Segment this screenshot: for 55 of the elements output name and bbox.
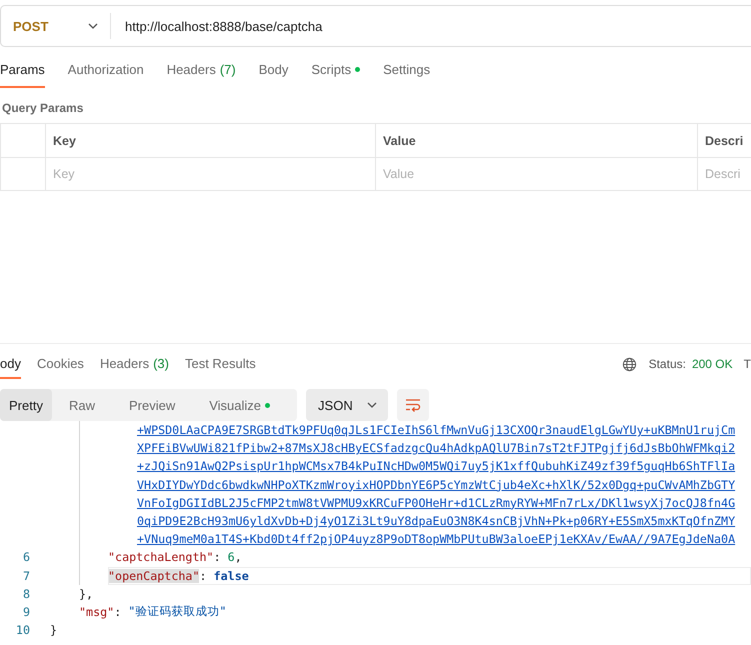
tab[interactable]: Test Results — [184, 349, 256, 379]
string-value[interactable]: XPFEiBVwUWi821fPibw2+87MsXJ8cHByECSfadzgcQu4hAdkpAQlU7Bin7sT2tFJTPgjfj6dJsBbOhWFMkqi2 — [137, 441, 736, 456]
tab[interactable]: Authorization — [68, 53, 144, 88]
line-number: 8 — [22, 586, 31, 601]
chevron-icon — [88, 23, 98, 29]
json-key: "openCaptcha" — [108, 568, 200, 583]
line-number: 10 — [14, 623, 31, 638]
tab-count: (7) — [220, 62, 236, 77]
colon: : — [114, 604, 122, 619]
json-key: "msg" — [79, 604, 114, 619]
line-number: 6 — [22, 550, 31, 564]
status-label: Status: — [648, 357, 686, 371]
url-field[interactable]: http://localhost:8888/base/captcha — [111, 18, 322, 34]
string-value[interactable]: VnFoIgDGIIdBL2J5cFMP2tmW8tVWPMU9xKRCuFP0OHeHr+d1CLzRmyRYW+MFn7rLx/DKl1wsyXj7ocQJ8fn4G — [137, 496, 736, 510]
wrap-button[interactable] — [396, 389, 429, 421]
line-number: 9 — [22, 604, 31, 619]
method-dropdown[interactable]: POST — [1, 13, 111, 39]
tab[interactable]: Headers (7) — [166, 53, 236, 88]
string-value[interactable]: +VNuq9meM0a1T4S+Kbd0Dt4ff2pjOP4uyz8P9oDT8opWMbPUtuBW3aloeEPj1eKXAv/EwAA//9A7EgJdeNa0A — [137, 532, 736, 546]
string-value[interactable]: 0qiPD9E2BcH93mU6yldXvDb+Dj4yO1Zi3Lt9uY8dpaEuO3N8K4snCBjVhN+Pk+p06RY+E5SmX5mxKTqOfnZMY — [137, 514, 736, 528]
tab[interactable]: Scripts — [311, 53, 360, 88]
line-number: 7 — [22, 568, 31, 583]
tab[interactable]: Settings — [383, 53, 430, 88]
globe-icon[interactable] — [622, 356, 637, 372]
colon: : — [214, 550, 221, 564]
view-mode-tab[interactable]: Preview — [112, 389, 192, 421]
comma: , — [234, 550, 242, 564]
toolbar-text: T — [744, 357, 751, 371]
tab[interactable]: Body — [258, 53, 288, 88]
wrap-lines-icon — [404, 398, 421, 412]
tab[interactable]: ody — [0, 349, 21, 379]
column-header: Key — [46, 124, 376, 158]
json-value: "验证码获取成功" — [128, 604, 226, 620]
string-value[interactable]: +WPSD0LAaCPA9E7SRGBtdTk9PFUq0qJLs1FCIeIhS6lfMwnVuGj13CXOQr3naudElgLGwYUy+uKBMnU1rujCm — [137, 423, 736, 438]
brace: }, — [79, 586, 94, 601]
colon: : — [199, 568, 207, 583]
tab[interactable]: Headers (3) — [100, 349, 169, 379]
string-value[interactable]: VHxDIYDwYDdc6bwdkwNHPoXTKzmWroyixHOPDbnYE6P5cYmzWtCjub4eXc+hXlK/52x0Dgq+puCWvAMhZbGTY — [137, 478, 736, 492]
view-mode-tab[interactable]: Pretty — [0, 389, 52, 421]
brace: } — [50, 623, 58, 638]
view-mode-tab[interactable]: Raw — [52, 389, 112, 421]
json-value: false — [214, 568, 249, 583]
section-title: Query Params — [2, 101, 84, 115]
string-value[interactable]: +zJQiSn91AwQ2PsispUr1hpWCMsx7B4kPuINcHDw0M5WQi7uy5jK1xffQubuhKiZ49zf39f5guqHb6ShTFlIa — [137, 459, 736, 474]
json-value: 6 — [228, 550, 235, 564]
tab-count: (3) — [153, 356, 169, 370]
tab[interactable]: Params — [0, 53, 45, 88]
status-value: 200 OK — [692, 357, 733, 371]
column-header: Value — [376, 124, 698, 158]
view-mode-tab[interactable]: Visualize — [192, 389, 288, 421]
chevron-icon — [366, 402, 377, 408]
json-key: "captchaLength" — [108, 550, 214, 564]
tab[interactable]: Cookies — [36, 349, 84, 379]
column-header: Descri — [698, 124, 751, 158]
format-dropdown[interactable]: JSON — [306, 389, 388, 421]
